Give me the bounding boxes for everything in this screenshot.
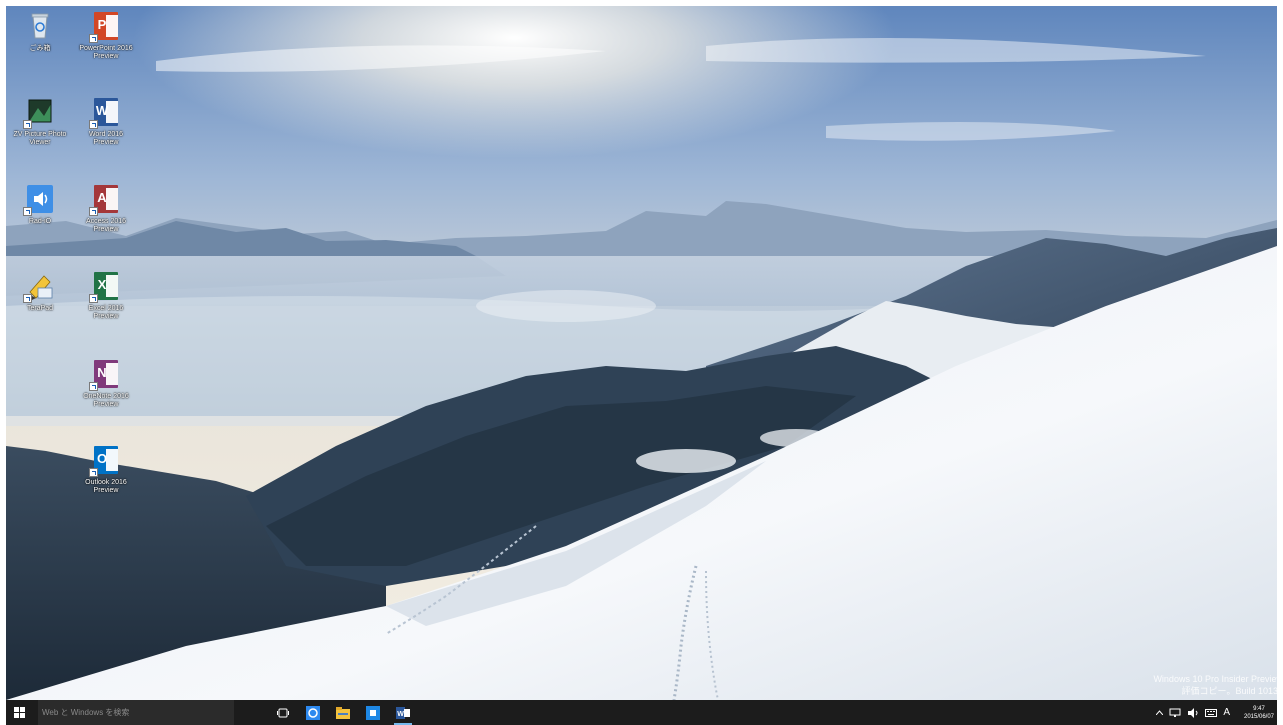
desktop-icon-picture-viewer[interactable]: ZV Picture Photo Viewer	[5, 96, 75, 147]
desktop-icon-label: Word 2016 Preview	[88, 131, 124, 146]
desktop-wallpaper	[6, 6, 1277, 700]
desktop-icon-label: ZV Picture Photo Viewer	[13, 131, 67, 146]
screen: ごみ箱 P PowerPoint 2016 Preview ZV Picture…	[0, 0, 1283, 725]
desktop-icon-texpad[interactable]: TeraPad	[5, 270, 75, 313]
keyboard-icon	[1205, 708, 1218, 717]
word-icon: W	[89, 96, 122, 129]
desktop-icon-label: PowerPoint 2016 Preview	[79, 45, 133, 60]
ime-mode-button[interactable]	[1202, 708, 1220, 718]
show-hidden-icons-button[interactable]	[1153, 710, 1166, 715]
outlook-icon: O	[89, 444, 122, 477]
desktop-icon-recycle-bin[interactable]: ごみ箱	[5, 10, 75, 53]
onenote-icon: N	[89, 358, 122, 391]
desktop-icon-excel[interactable]: X Excel 2016 Preview	[71, 270, 141, 321]
notepad-icon	[23, 270, 56, 303]
taskbar: Web と Windows を検索 W A 9:47 2015/06/07	[0, 700, 1283, 725]
clock-date: 2015/06/07	[1243, 713, 1275, 720]
taskbar-app-file-explorer[interactable]	[328, 700, 358, 725]
store-icon	[366, 705, 380, 720]
desktop-icon-powerpoint[interactable]: P PowerPoint 2016 Preview	[71, 10, 141, 61]
excel-icon: X	[89, 270, 122, 303]
watermark-build: 評価コピー。Build 10130	[1181, 686, 1283, 696]
taskbar-app-store[interactable]	[358, 700, 388, 725]
desktop-icon-outlook[interactable]: O Outlook 2016 Preview	[71, 444, 141, 495]
word-icon: W	[396, 706, 410, 719]
desktop-icon-word[interactable]: W Word 2016 Preview	[71, 96, 141, 147]
watermark-edition: Windows 10 Pro Insider Preview	[1153, 674, 1283, 684]
powerpoint-icon: P	[89, 10, 122, 43]
desktop-icon-label: Access 2016 Preview	[85, 218, 127, 233]
network-tray-button[interactable]	[1166, 708, 1184, 718]
clock-time: 9:47	[1253, 705, 1265, 712]
task-view-icon	[277, 708, 289, 717]
taskbar-app-edge[interactable]	[298, 700, 328, 725]
network-icon	[1169, 708, 1181, 717]
folder-icon	[336, 706, 350, 719]
desktop-icon-radio[interactable]: Rad-iO	[5, 183, 75, 226]
search-input[interactable]: Web と Windows を検索	[38, 700, 234, 725]
desktop-icon-label: TeraPad	[26, 305, 54, 312]
desktop-icon-label: Excel 2016 Preview	[88, 305, 124, 320]
desktop-icon-label: Rad-iO	[28, 218, 52, 225]
taskbar-app-word[interactable]: W	[388, 700, 418, 725]
picture-viewer-icon	[23, 96, 56, 129]
radio-icon	[23, 183, 56, 216]
volume-icon	[1188, 707, 1198, 718]
start-button[interactable]	[0, 700, 38, 725]
svg-text:W: W	[397, 711, 404, 718]
clock[interactable]: 9:47 2015/06/07	[1233, 705, 1279, 721]
windows-logo-icon	[13, 707, 25, 718]
task-view-button[interactable]	[268, 700, 298, 725]
desktop-icon-label: ごみ箱	[29, 45, 51, 52]
recycle-bin-icon	[24, 10, 56, 42]
chevron-up-icon	[1156, 710, 1164, 715]
browser-icon	[306, 705, 320, 720]
desktop-icon-onenote[interactable]: N OneNote 2016 Preview	[71, 358, 141, 409]
desktop-icon-label: OneNote 2016 Preview	[83, 393, 129, 408]
desktop-icon-label: Outlook 2016 Preview	[85, 479, 127, 494]
system-tray: A 9:47 2015/06/07	[1153, 700, 1283, 725]
input-indicator[interactable]: A	[1220, 707, 1233, 718]
build-watermark: Windows 10 Pro Insider Preview 評価コピー。Bui…	[1153, 673, 1283, 697]
desktop-icon-access[interactable]: A Access 2016 Preview	[71, 183, 141, 234]
access-icon: A	[89, 183, 122, 216]
volume-tray-button[interactable]	[1184, 707, 1202, 718]
